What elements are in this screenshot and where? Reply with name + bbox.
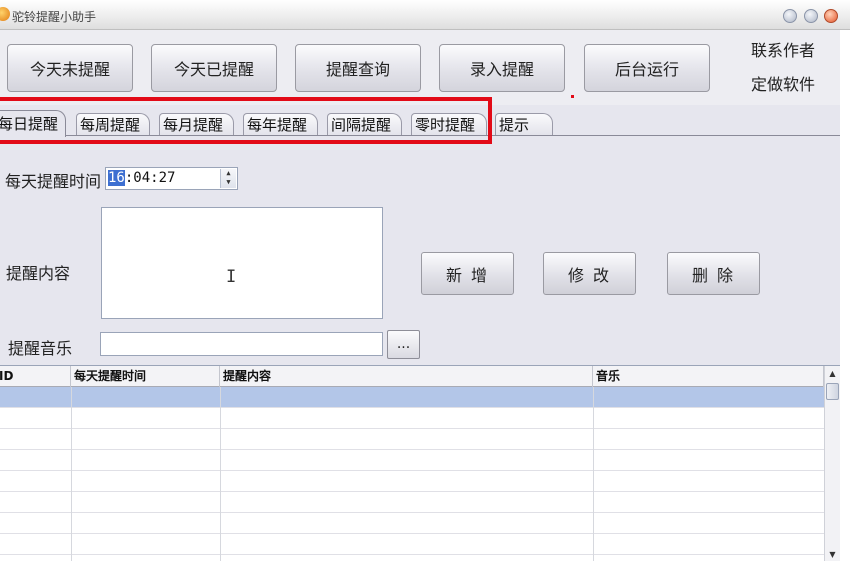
- tab-highlight-annotation: [0, 97, 492, 144]
- main-panel: 今天未提醒 今天已提醒 提醒查询 录入提醒 后台运行 联系作者 定做软件 每日提…: [0, 30, 850, 561]
- today-reminded-button[interactable]: 今天已提醒: [151, 44, 277, 92]
- column-divider: [220, 387, 221, 561]
- custom-software-link[interactable]: 定做软件: [738, 71, 828, 95]
- table-row[interactable]: [0, 492, 824, 513]
- table-row[interactable]: [0, 408, 824, 429]
- column-divider: [593, 387, 594, 561]
- column-divider: [71, 387, 72, 561]
- spin-up-icon[interactable]: ▲: [221, 169, 236, 178]
- table-header: ID 每天提醒时间 提醒内容 音乐: [0, 366, 824, 387]
- scroll-down-icon[interactable]: ▼: [825, 547, 840, 561]
- table-row[interactable]: [0, 387, 824, 408]
- text-cursor-icon: I: [226, 267, 237, 287]
- time-spinner[interactable]: ▲ ▼: [220, 169, 236, 188]
- app-icon: [0, 7, 10, 21]
- reminder-content-textarea[interactable]: [101, 207, 383, 319]
- enter-reminder-button[interactable]: 录入提醒: [439, 44, 565, 92]
- table-row[interactable]: [0, 534, 824, 555]
- table-row[interactable]: [0, 450, 824, 471]
- time-hour-selection: 16: [108, 170, 125, 186]
- column-music[interactable]: 音乐: [593, 366, 824, 387]
- maximize-icon[interactable]: [804, 9, 818, 23]
- window-edge: [840, 30, 850, 561]
- spin-down-icon[interactable]: ▼: [221, 178, 236, 187]
- reminder-query-button[interactable]: 提醒查询: [295, 44, 421, 92]
- edit-button[interactable]: 修 改: [543, 252, 636, 295]
- reminder-time-input[interactable]: 16:04:27 ▲ ▼: [105, 167, 238, 190]
- reminder-music-label: 提醒音乐: [8, 339, 73, 358]
- run-in-background-button[interactable]: 后台运行: [584, 44, 710, 92]
- scroll-up-icon[interactable]: ▲: [825, 366, 840, 381]
- table-row[interactable]: [0, 471, 824, 492]
- minimize-icon[interactable]: [783, 9, 797, 23]
- delete-button[interactable]: 删 除: [667, 252, 760, 295]
- table-row[interactable]: [0, 429, 824, 450]
- table-scrollbar[interactable]: ▲ ▼: [824, 366, 840, 561]
- column-content[interactable]: 提醒内容: [220, 366, 593, 387]
- column-id[interactable]: ID: [0, 366, 71, 387]
- close-icon[interactable]: [824, 9, 838, 23]
- reminder-music-input[interactable]: [100, 332, 383, 356]
- reminder-table: ID 每天提醒时间 提醒内容 音乐 ▲ ▼: [0, 365, 840, 561]
- title-bar: 驼铃提醒小助手: [0, 0, 850, 30]
- window-title: 驼铃提醒小助手: [12, 10, 97, 24]
- today-not-reminded-button[interactable]: 今天未提醒: [7, 44, 133, 92]
- tab-tips[interactable]: 提示: [495, 113, 553, 136]
- table-row[interactable]: [0, 513, 824, 534]
- add-button[interactable]: 新 增: [421, 252, 514, 295]
- column-daily-time[interactable]: 每天提醒时间: [71, 366, 220, 387]
- browse-music-button[interactable]: ...: [387, 330, 420, 359]
- annotation-dot: [571, 95, 574, 98]
- contact-author-link[interactable]: 联系作者: [738, 37, 828, 61]
- toolbar: 今天未提醒 今天已提醒 提醒查询 录入提醒 后台运行 联系作者 定做软件: [0, 30, 850, 105]
- scroll-thumb[interactable]: [826, 383, 839, 400]
- reminder-time-label: 每天提醒时间: [5, 172, 102, 191]
- reminder-content-label: 提醒内容: [6, 264, 71, 283]
- time-minutes-seconds: :04:27: [124, 170, 176, 186]
